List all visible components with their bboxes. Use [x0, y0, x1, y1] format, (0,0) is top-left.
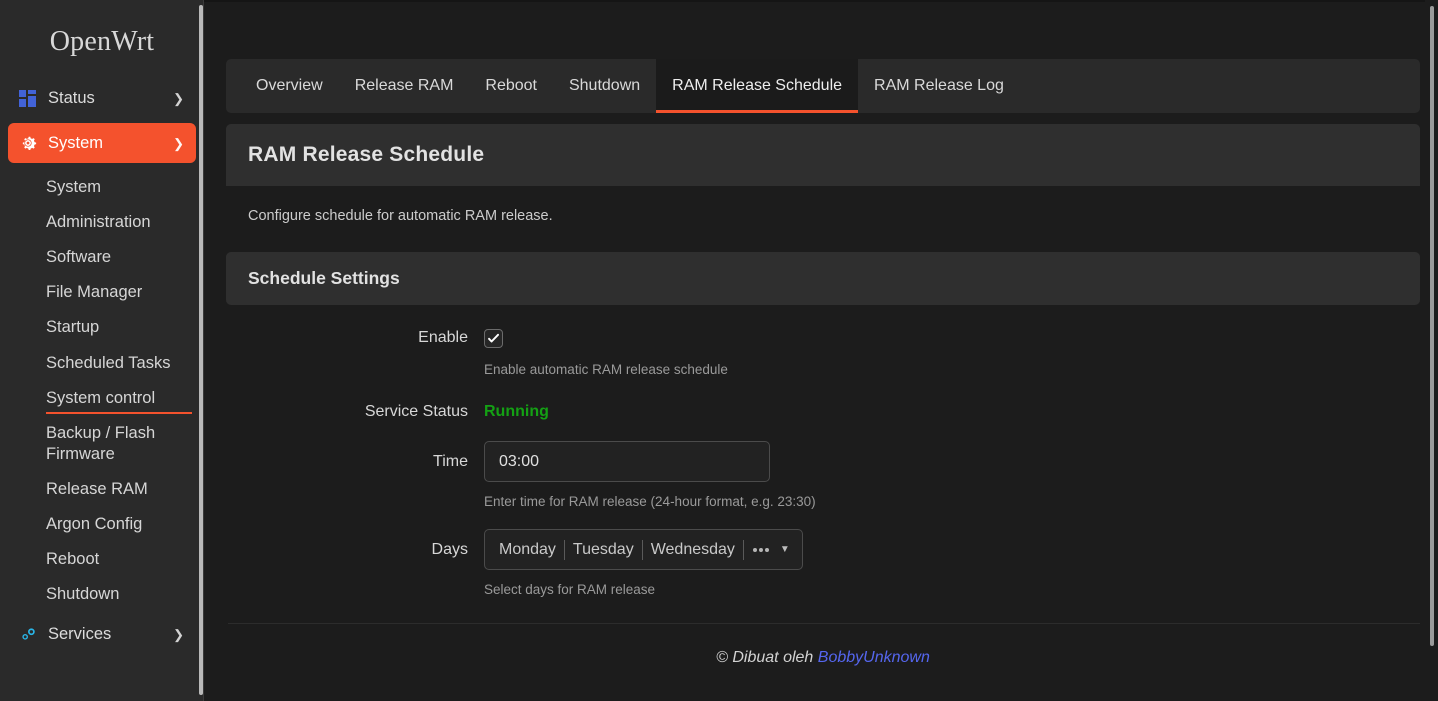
gear-icon	[18, 134, 37, 153]
sidebar-group-status[interactable]: Status ❯	[8, 78, 196, 118]
sidebar-scroll-area: OpenWrt Status ❯ System ❯ System Adminis…	[0, 0, 204, 701]
sidebar-group-system[interactable]: System ❯	[8, 123, 196, 163]
days-multiselect[interactable]: Monday Tuesday Wednesday ▼	[484, 529, 803, 570]
sidebar-item-scheduled-tasks[interactable]: Scheduled Tasks	[0, 346, 204, 381]
tab-ram-release-log[interactable]: RAM Release Log	[858, 59, 1020, 113]
enable-hint: Enable automatic RAM release schedule	[484, 362, 728, 377]
tab-overview[interactable]: Overview	[240, 59, 339, 113]
sidebar-item-system[interactable]: System	[0, 170, 204, 205]
time-input[interactable]	[484, 441, 770, 482]
field-row-service-status: Service Status Running	[226, 397, 1420, 439]
chevron-right-icon: ❯	[173, 90, 184, 106]
footer-text: © Dibuat oleh	[716, 649, 818, 666]
sidebar-item-reboot[interactable]: Reboot	[0, 542, 204, 577]
sidebar-item-software[interactable]: Software	[0, 240, 204, 275]
footer-author-link[interactable]: BobbyUnknown	[818, 649, 930, 666]
page-title: RAM Release Schedule	[248, 143, 485, 166]
sidebar-group-services[interactable]: Services ❯	[8, 614, 196, 654]
enable-label: Enable	[418, 329, 468, 346]
enable-checkbox[interactable]	[484, 329, 503, 348]
days-overflow-icon	[752, 547, 769, 552]
sidebar-item-file-manager[interactable]: File Manager	[0, 275, 204, 310]
section-header-schedule-settings: Schedule Settings	[226, 252, 1420, 305]
sidebar-item-backup-flash-firmware[interactable]: Backup / Flash Firmware	[0, 416, 204, 472]
schedule-settings-form: Enable Enable automatic RAM release sche…	[226, 305, 1420, 603]
top-edge-line	[204, 0, 1438, 2]
sidebar-group-status-label: Status	[48, 88, 95, 107]
field-row-enable: Enable Enable automatic RAM release sche…	[226, 323, 1420, 395]
tab-bar: Overview Release RAM Reboot Shutdown RAM…	[226, 59, 1420, 113]
panel-description: Configure schedule for automatic RAM rel…	[248, 208, 553, 224]
sidebar-item-system-control[interactable]: System control	[0, 381, 204, 416]
days-tag-tuesday: Tuesday	[565, 539, 643, 560]
days-tag-wednesday: Wednesday	[643, 539, 744, 560]
time-label: Time	[433, 453, 468, 470]
sidebar-item-administration[interactable]: Administration	[0, 205, 204, 240]
sidebar: OpenWrt Status ❯ System ❯ System Adminis…	[0, 0, 204, 701]
sidebar-nav-bottom: Services ❯	[0, 612, 204, 654]
section-title: Schedule Settings	[248, 268, 400, 288]
sidebar-group-system-label: System	[48, 133, 104, 152]
tab-reboot[interactable]: Reboot	[469, 59, 553, 113]
gears-icon	[18, 625, 37, 644]
sidebar-group-services-label: Services	[48, 624, 112, 643]
sidebar-system-submenu: System Administration Software File Mana…	[0, 168, 204, 612]
panel-header: RAM Release Schedule	[226, 124, 1420, 186]
footer: © Dibuat oleh BobbyUnknown	[226, 624, 1420, 667]
field-row-time: Time Enter time for RAM release (24-hour…	[226, 441, 1420, 527]
brand-logo: OpenWrt	[49, 26, 155, 57]
content-container: Overview Release RAM Reboot Shutdown RAM…	[204, 0, 1438, 667]
days-tag-monday: Monday	[499, 539, 565, 560]
tab-ram-release-schedule[interactable]: RAM Release Schedule	[656, 59, 859, 113]
time-hint: Enter time for RAM release (24-hour form…	[484, 494, 816, 509]
tab-shutdown[interactable]: Shutdown	[553, 59, 656, 113]
tab-release-ram[interactable]: Release RAM	[339, 59, 470, 113]
chevron-right-icon: ❯	[173, 626, 184, 642]
sidebar-nav-top: Status ❯ System ❯	[0, 78, 204, 163]
sidebar-item-shutdown[interactable]: Shutdown	[0, 577, 204, 612]
dashboard-icon	[18, 89, 37, 108]
status-badge: Running	[484, 403, 549, 420]
service-status-label: Service Status	[364, 403, 468, 420]
main-content: Overview Release RAM Reboot Shutdown RAM…	[204, 0, 1438, 701]
days-hint: Select days for RAM release	[484, 582, 656, 597]
chevron-down-icon: ❯	[173, 135, 184, 151]
sidebar-item-startup[interactable]: Startup	[0, 310, 204, 345]
days-label: Days	[431, 541, 468, 558]
page-scrollbar-thumb[interactable]	[1430, 6, 1434, 646]
field-row-days: Days Monday Tuesday Wednesday ▼ Select d…	[226, 529, 1420, 603]
sidebar-item-argon-config[interactable]: Argon Config	[0, 507, 204, 542]
sidebar-item-release-ram[interactable]: Release RAM	[0, 472, 204, 507]
chevron-down-icon: ▼	[779, 543, 790, 555]
app-window: OpenWrt Status ❯ System ❯ System Adminis…	[0, 0, 1438, 701]
